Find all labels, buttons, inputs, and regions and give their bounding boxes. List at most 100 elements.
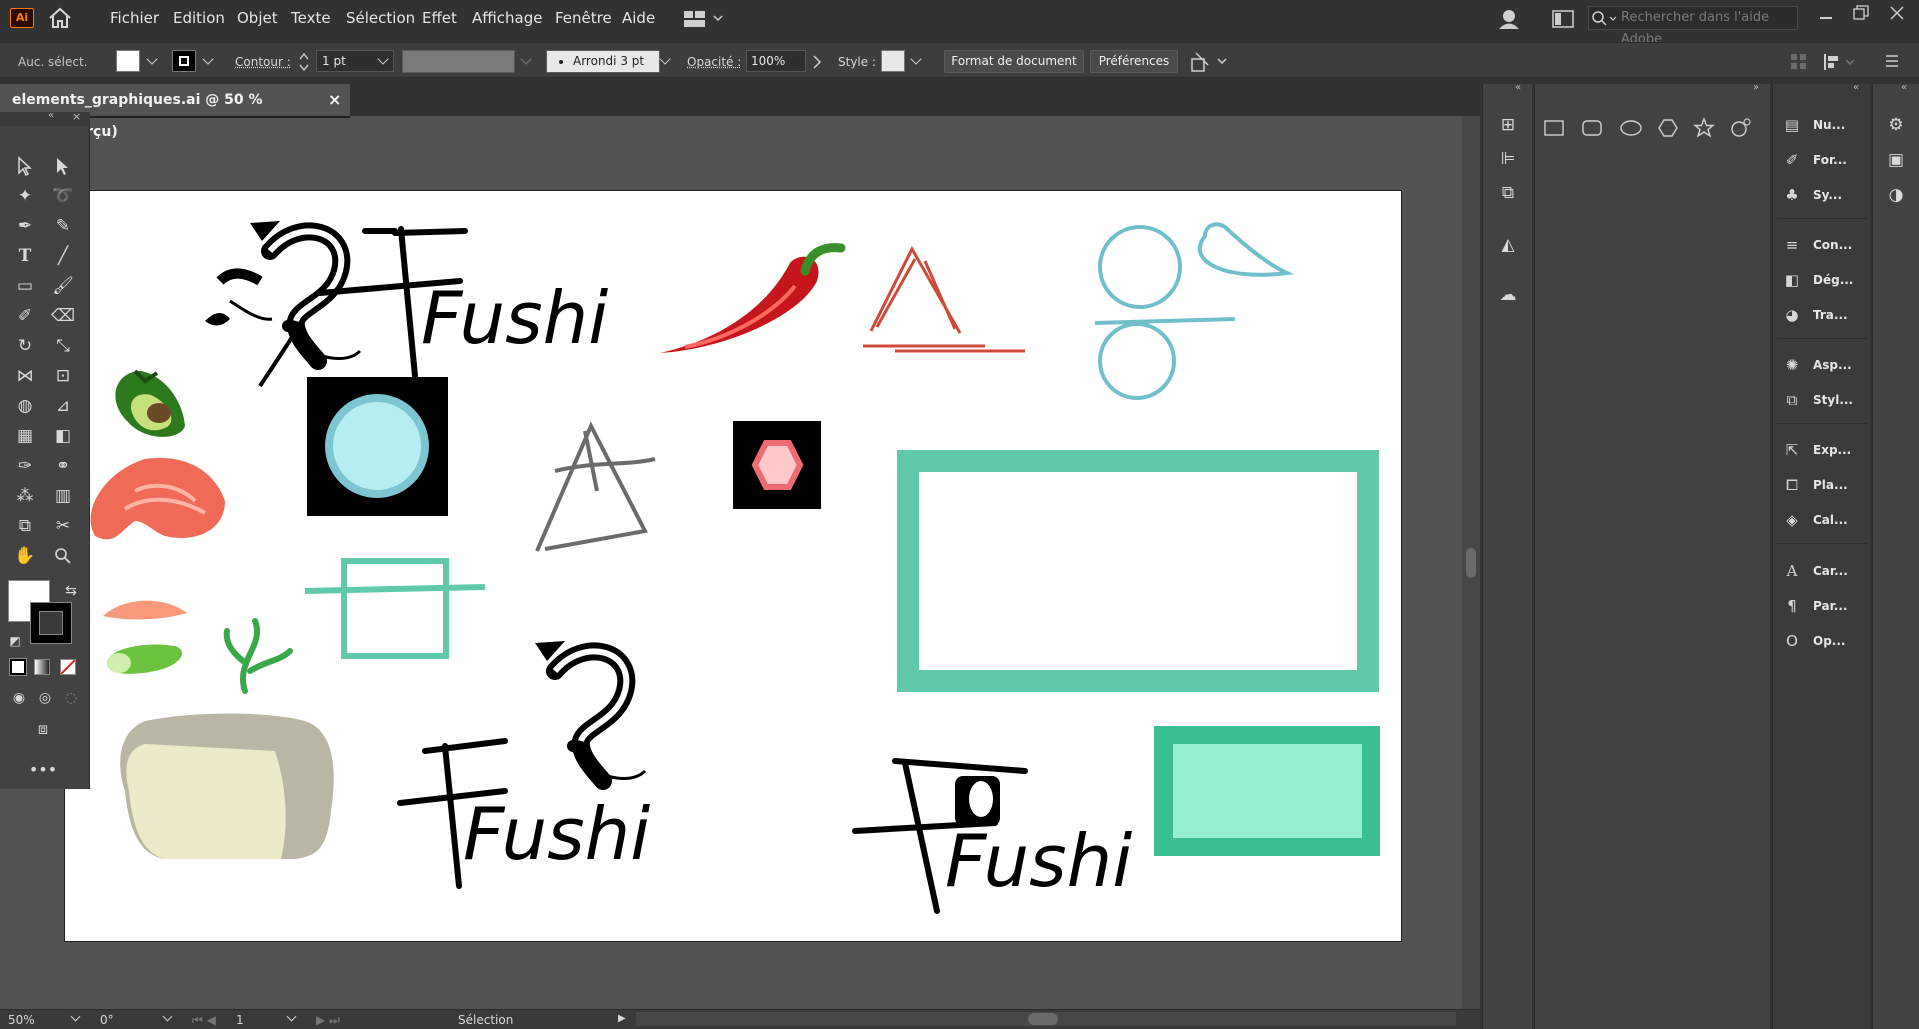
rotate-tool-icon[interactable]: ↻ bbox=[12, 333, 38, 359]
stroke-dropdown-icon[interactable] bbox=[202, 53, 214, 65]
catfish-logo-2[interactable] bbox=[535, 641, 647, 790]
first-artboard-icon[interactable]: ⏮ ◀ bbox=[192, 1013, 216, 1028]
rotation-dropdown-icon[interactable] bbox=[162, 1011, 173, 1022]
blend-tool-icon[interactable]: ⚭ bbox=[50, 453, 76, 479]
rectangle-tool-icon[interactable]: ▭ bbox=[12, 273, 38, 299]
fushi-logo-2[interactable]: Fushi bbox=[397, 738, 650, 889]
graphic-styles-panel-tab[interactable]: ⧉ Styl... bbox=[1781, 387, 1853, 413]
menu-effet[interactable]: Effet bbox=[422, 9, 457, 27]
draw-inside-icon[interactable]: ◌ bbox=[58, 685, 84, 711]
paragraph-panel-tab[interactable]: ¶ Par... bbox=[1781, 593, 1847, 619]
swatches-panel-tab[interactable]: ▤ Nu... bbox=[1781, 112, 1845, 138]
horizontal-scrollbar[interactable] bbox=[636, 1012, 1456, 1026]
document-setup-button[interactable]: Format de document bbox=[944, 50, 1084, 73]
menu-aide[interactable]: Aide bbox=[622, 9, 655, 27]
artboards-panel-tab[interactable]: ⧠ Pla... bbox=[1781, 472, 1848, 498]
gradient-tool-icon[interactable]: ◧ bbox=[50, 423, 76, 449]
libraries-icon[interactable]: ☁ bbox=[1495, 282, 1521, 308]
teal-filled-rectangle[interactable] bbox=[1154, 726, 1380, 856]
gradient-panel-tab[interactable]: ◧ Dég... bbox=[1781, 267, 1853, 293]
profile-dropdown-icon[interactable] bbox=[520, 53, 532, 65]
libraries-panel-icon[interactable]: ▣ bbox=[1883, 147, 1909, 173]
menu-affichage[interactable]: Affichage bbox=[472, 9, 542, 27]
selection-tool-icon[interactable] bbox=[12, 153, 38, 179]
menu-fenetre[interactable]: Fenêtre bbox=[555, 9, 612, 27]
stroke-color-swatch[interactable] bbox=[30, 602, 72, 644]
draw-behind-icon[interactable]: ◎ bbox=[32, 685, 58, 711]
opentype-panel-tab[interactable]: O Op... bbox=[1781, 628, 1845, 654]
symbols-panel-tab[interactable]: ♣ Sy... bbox=[1781, 182, 1842, 208]
paintbrush-tool-icon[interactable]: 🖌 bbox=[50, 273, 76, 299]
vertical-scrollbar[interactable] bbox=[1462, 116, 1480, 1009]
fushi-logo-1[interactable]: Fushi bbox=[317, 226, 608, 379]
stroke-swatch[interactable] bbox=[172, 50, 196, 72]
align-left-icon[interactable]: ⊫ bbox=[1495, 146, 1521, 172]
salmon-slice[interactable] bbox=[103, 600, 187, 620]
last-artboard-icon[interactable]: ▶ ⏭ bbox=[316, 1013, 340, 1028]
rotation-value[interactable]: 0° bbox=[100, 1013, 114, 1027]
artboards-tool-icon[interactable]: ⊞ bbox=[1495, 112, 1521, 138]
close-window-icon[interactable] bbox=[1889, 5, 1905, 21]
panel-layout-icon[interactable] bbox=[1552, 10, 1574, 28]
line-tool-icon[interactable]: ╱ bbox=[50, 243, 76, 269]
opacity-expand-icon[interactable] bbox=[812, 55, 822, 69]
stroke-label[interactable]: Contour : bbox=[235, 55, 291, 69]
export-panel-tab[interactable]: ⇱ Exp... bbox=[1781, 437, 1852, 463]
default-colors-icon[interactable]: ◩ bbox=[2, 628, 28, 654]
fill-swatch[interactable] bbox=[116, 50, 140, 72]
grey-brush-triangle[interactable] bbox=[535, 421, 656, 552]
distribute-icon[interactable] bbox=[1822, 52, 1858, 72]
menu-texte[interactable]: Texte bbox=[291, 9, 331, 27]
shaper-tool-icon[interactable]: ✐ bbox=[12, 303, 38, 329]
restore-icon[interactable] bbox=[1853, 5, 1871, 21]
artboard-dropdown-icon[interactable] bbox=[286, 1011, 297, 1022]
seaweed[interactable] bbox=[223, 618, 293, 694]
cucumber[interactable] bbox=[107, 644, 183, 674]
tofu-block[interactable] bbox=[120, 713, 334, 860]
fill-dropdown-icon[interactable] bbox=[146, 53, 158, 65]
properties-icon[interactable]: ⚙ bbox=[1883, 112, 1909, 138]
salmon-steak[interactable] bbox=[90, 457, 225, 540]
character-panel-tab[interactable]: A Car... bbox=[1781, 558, 1848, 584]
perspective-grid-tool-icon[interactable]: ⊿ bbox=[50, 393, 76, 419]
magic-wand-tool-icon[interactable]: ✦ bbox=[12, 183, 38, 209]
graphic-style-swatch[interactable] bbox=[881, 50, 905, 72]
pen-tool-icon[interactable]: ✒ bbox=[12, 213, 38, 239]
screen-mode-icon[interactable]: ⧈ bbox=[30, 716, 56, 742]
swap-colors-icon[interactable]: ⇆ bbox=[58, 578, 84, 604]
stroke-panel-tab[interactable]: ≡ Con... bbox=[1781, 232, 1853, 258]
image-trace-icon[interactable]: ◭ bbox=[1495, 232, 1521, 258]
stroke-weight-field[interactable]: 1 pt bbox=[316, 50, 394, 72]
slice-tool-icon[interactable]: ✂ bbox=[50, 513, 76, 539]
ellipse-shape-icon[interactable] bbox=[1619, 119, 1643, 137]
rectangle-shape-icon[interactable] bbox=[1543, 119, 1565, 137]
none-mode-icon[interactable] bbox=[60, 659, 76, 675]
star-shape-icon[interactable] bbox=[1693, 117, 1715, 139]
type-tool-icon[interactable]: T bbox=[12, 243, 38, 269]
rounded-rectangle-shape-icon[interactable] bbox=[1581, 119, 1603, 137]
stroke-stepper-icon[interactable] bbox=[298, 51, 310, 73]
artboard-tool-icon[interactable]: ⧉ bbox=[12, 513, 38, 539]
width-tool-icon[interactable]: ⋈ bbox=[12, 363, 38, 389]
chili-pepper[interactable] bbox=[660, 243, 846, 353]
opacity-field[interactable]: 100% bbox=[746, 50, 806, 72]
artboard-number[interactable]: 1 bbox=[236, 1013, 244, 1027]
hexagon-tile[interactable] bbox=[733, 421, 821, 509]
teal-brush-frame[interactable] bbox=[897, 450, 1379, 692]
draw-normal-icon[interactable]: ◉ bbox=[6, 685, 32, 711]
curvature-tool-icon[interactable]: ✎ bbox=[50, 213, 76, 239]
catfish-logo-1[interactable] bbox=[205, 221, 362, 388]
user-account-icon[interactable] bbox=[1498, 8, 1522, 30]
flare-shape-icon[interactable] bbox=[1729, 117, 1753, 139]
avocado[interactable] bbox=[115, 369, 185, 437]
zoom-level[interactable]: 50% bbox=[8, 1013, 35, 1027]
preferences-button[interactable]: Préférences bbox=[1090, 50, 1178, 73]
pathfinder-icon[interactable]: ⧉ bbox=[1495, 180, 1521, 206]
arrange-documents-icon[interactable] bbox=[1190, 51, 1230, 73]
tools-panel-header[interactable]: « × bbox=[0, 110, 90, 126]
zoom-dropdown-icon[interactable] bbox=[70, 1011, 81, 1022]
shape-builder-tool-icon[interactable]: ◍ bbox=[12, 393, 38, 419]
cyan-brush-circles[interactable] bbox=[1094, 222, 1295, 400]
eraser-tool-icon[interactable]: ⌫ bbox=[50, 303, 76, 329]
eyedropper-tool-icon[interactable]: ✑ bbox=[12, 453, 38, 479]
